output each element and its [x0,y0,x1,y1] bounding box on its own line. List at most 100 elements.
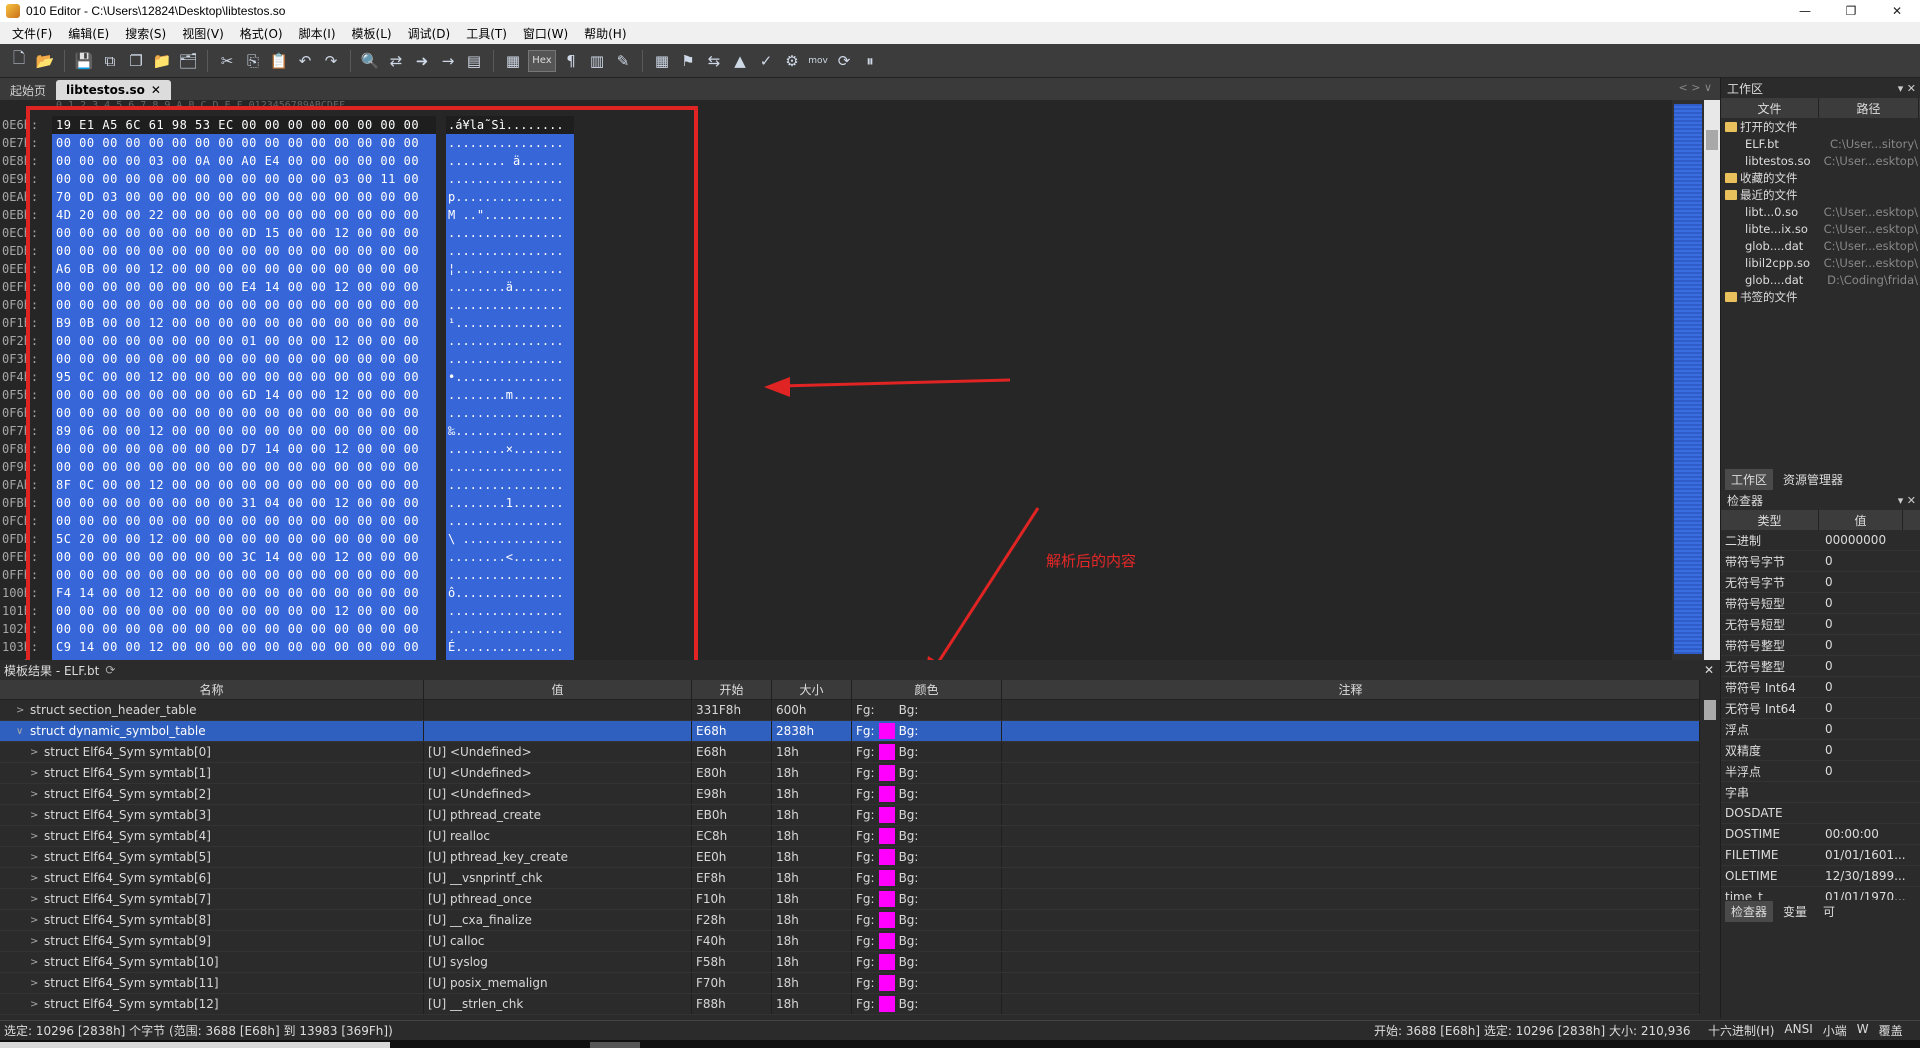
template-scrollbar[interactable] [1700,680,1720,1020]
pause-icon[interactable]: ⏸ [859,50,881,72]
workspace-file[interactable]: glob....dat D:\Coding\frida\ [1721,271,1920,288]
inspector-row[interactable]: 无符号 Int64 0 [1721,698,1920,719]
highlight-icon[interactable]: ✎ [612,50,634,72]
cut-icon[interactable]: ✂ [216,50,238,72]
columns-icon[interactable]: ▥ [586,50,608,72]
paragraph-icon[interactable]: ¶ [560,50,582,72]
folder-icon[interactable]: 📁 [151,50,173,72]
close-panel-icon[interactable]: ✕ [1704,663,1714,677]
tab-libtestos[interactable]: libtestos.so ✕ [56,80,171,100]
inspector-row[interactable]: 字串 [1721,782,1920,803]
inspector-value[interactable]: 0 [1821,638,1833,652]
scroll-thumb[interactable] [1706,130,1718,150]
scroll-track[interactable] [1704,100,1720,660]
column-header-name[interactable]: 名称 [0,680,424,699]
inspector-row[interactable]: time_t 01/01/1970... [1721,887,1920,900]
tab-inspector[interactable]: 检查器 [1725,900,1774,922]
checksum-icon[interactable]: ✓ [755,50,777,72]
tab-start-page[interactable]: 起始页 [0,80,56,100]
inspector-row[interactable]: 带符号字节 0 [1721,551,1920,572]
tab-workspace[interactable]: 工作区 [1725,468,1774,490]
expand-icon[interactable]: ∨ [16,726,30,737]
workspace-folder[interactable]: 收藏的文件 [1721,169,1920,186]
inspector-value[interactable]: 12/30/1899... [1821,869,1906,883]
script-icon[interactable]: ⚙ [781,50,803,72]
inspector-value[interactable]: 0 [1821,575,1833,589]
sync-icon[interactable]: ⟳ [833,50,855,72]
menu-item-10[interactable]: 帮助(H) [576,25,634,42]
maximize-button[interactable]: ❐ [1828,0,1874,22]
hex-mode-icon[interactable]: Hex [528,49,556,72]
template-row[interactable]: > struct Elf64_Sym symtab[2] [U] <Undefine… [0,784,1700,805]
inspector-value[interactable]: 0 [1821,554,1833,568]
inspector-value[interactable]: 01/01/1601... [1821,848,1906,862]
panel-controls[interactable]: ▾ ✕ [1898,494,1916,507]
template-row[interactable]: > struct Elf64_Sym symtab[7] [U] pthread_o… [0,889,1700,910]
template-row[interactable]: > struct Elf64_Sym symtab[5] [U] pthread_k… [0,847,1700,868]
mov-icon[interactable]: mov [807,50,829,72]
inspector-row[interactable]: 二进制 00000000 [1721,530,1920,551]
workspace-file[interactable]: ELF.bt C:\User...sitory\ [1721,135,1920,152]
inspector-row[interactable]: 无符号短型 0 [1721,614,1920,635]
refresh-icon[interactable]: ⟳ [105,663,115,677]
expand-icon[interactable]: > [30,852,44,863]
inspector-value[interactable]: 0 [1821,764,1833,778]
workspace-file[interactable]: libte...ix.so C:\User...esktop\ [1721,220,1920,237]
inspector-value[interactable]: 0 [1821,680,1833,694]
open-folder-icon[interactable]: 📂 [34,50,56,72]
histogram-icon[interactable]: ▲ [729,50,751,72]
menu-item-6[interactable]: 模板(L) [344,25,400,42]
copy-window-icon[interactable]: ❐ [125,50,147,72]
column-header-value[interactable]: 值 [1819,510,1903,530]
calculator-icon[interactable]: ▦ [651,50,673,72]
inspector-row[interactable]: 带符号短型 0 [1721,593,1920,614]
mode-indicator[interactable]: 十六进制(H) [1708,1022,1774,1039]
tab-more[interactable]: 可 [1817,901,1841,922]
template-row[interactable]: > struct Elf64_Sym symtab[1] [U] <Undefine… [0,763,1700,784]
expand-icon[interactable]: > [30,915,44,926]
expand-icon[interactable]: > [30,936,44,947]
expand-icon[interactable]: > [30,957,44,968]
close-button[interactable]: ✕ [1874,0,1920,22]
endian-indicator[interactable]: 小端 [1823,1022,1847,1039]
bookmark-icon[interactable]: ⚑ [677,50,699,72]
menu-item-0[interactable]: 文件(F) [4,25,60,42]
expand-icon[interactable]: > [30,873,44,884]
expand-icon[interactable]: > [30,747,44,758]
run-template-icon[interactable]: ▦ [502,50,524,72]
goto-icon[interactable]: ➜ [411,50,433,72]
inspector-row[interactable]: 无符号整型 0 [1721,656,1920,677]
menu-item-9[interactable]: 窗口(W) [515,25,576,42]
inspector-row[interactable]: 无符号字节 0 [1721,572,1920,593]
inspector-row[interactable]: 浮点 0 [1721,719,1920,740]
column-header-file[interactable]: 文件 [1721,98,1819,118]
expand-icon[interactable]: > [30,831,44,842]
template-icon[interactable]: ▤ [463,50,485,72]
inspector-value[interactable]: 0 [1821,722,1833,736]
menu-item-2[interactable]: 搜索(S) [117,25,174,42]
find-replace-icon[interactable]: ⇄ [385,50,407,72]
menu-item-7[interactable]: 调试(D) [400,25,459,42]
template-row[interactable]: > struct Elf64_Sym symtab[9] [U] calloc F40… [0,931,1700,952]
inspector-row[interactable]: 带符号整型 0 [1721,635,1920,656]
workspace-file[interactable]: libil2cpp.so C:\User...esktop\ [1721,254,1920,271]
overwrite-indicator[interactable]: 覆盖 [1879,1022,1903,1039]
redo-icon[interactable]: ↷ [320,50,342,72]
inspector-row[interactable]: 双精度 0 [1721,740,1920,761]
tab-explorer[interactable]: 资源管理器 [1777,469,1849,490]
template-row[interactable]: > struct Elf64_Sym symtab[4] [U] realloc EC… [0,826,1700,847]
template-row[interactable]: > struct Elf64_Sym symtab[8] [U] __cxa_fin… [0,910,1700,931]
column-header-path[interactable]: 路径 [1819,98,1919,118]
open-project-icon[interactable]: 🗂 [177,50,199,72]
hex-scrollbar[interactable] [1672,100,1720,660]
menu-item-1[interactable]: 编辑(E) [60,25,117,42]
template-row[interactable]: > struct Elf64_Sym symtab[6] [U] __vsnprin… [0,868,1700,889]
copy-icon[interactable]: ⎘ [242,50,264,72]
compare-icon[interactable]: ⇆ [703,50,725,72]
inspector-value[interactable]: 00:00:00 [1821,827,1879,841]
template-row[interactable]: > struct section_header_table 331F8h 600h Fg… [0,700,1700,721]
workspace-folder[interactable]: 书签的文件 [1721,288,1920,305]
save-icon[interactable]: 💾 [73,50,95,72]
inspector-row[interactable]: DOSDATE [1721,803,1920,824]
inspector-value[interactable]: 0 [1821,617,1833,631]
